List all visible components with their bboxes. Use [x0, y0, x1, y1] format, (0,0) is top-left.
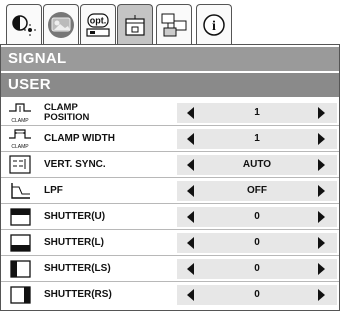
- value-control: 0: [177, 285, 337, 305]
- options-tab-label: opt.: [90, 15, 107, 25]
- value-control: 0: [177, 233, 337, 253]
- row-lpf[interactable]: LPF OFF: [1, 178, 339, 204]
- value-control: AUTO: [177, 155, 337, 175]
- row-value: OFF: [247, 185, 267, 196]
- shutter-u-icon: [5, 205, 35, 229]
- row-label: VERT. SYNC.: [44, 159, 106, 170]
- row-vert-sync[interactable]: VERT. SYNC. AUTO: [1, 152, 339, 178]
- clamp-icon-text: CLAMP: [11, 144, 29, 150]
- shutter-l-icon: [5, 231, 35, 255]
- decrease-arrow-icon[interactable]: [187, 185, 194, 197]
- row-value: 0: [254, 263, 260, 274]
- shutter-ls-icon: [5, 257, 35, 281]
- row-label: CLAMP POSITION: [44, 100, 89, 126]
- increase-arrow-icon[interactable]: [318, 133, 325, 145]
- decrease-arrow-icon[interactable]: [187, 211, 194, 223]
- clamp-icon-text: CLAMP: [11, 118, 29, 124]
- tab-network[interactable]: [156, 4, 192, 44]
- decrease-arrow-icon[interactable]: [187, 133, 194, 145]
- decrease-arrow-icon[interactable]: [187, 289, 194, 301]
- row-shutter-ls[interactable]: SHUTTER(LS) 0: [1, 256, 339, 282]
- tab-color-adjust[interactable]: [6, 4, 42, 44]
- value-control: OFF: [177, 181, 337, 201]
- row-label: SHUTTER(U): [44, 211, 106, 222]
- row-value: 0: [254, 211, 260, 222]
- row-shutter-u[interactable]: SHUTTER(U) 0: [1, 204, 339, 230]
- increase-arrow-icon[interactable]: [318, 107, 325, 119]
- label-line-2: POSITION: [44, 112, 90, 123]
- row-label: LPF: [44, 185, 63, 196]
- info-tab-label: i: [212, 19, 216, 34]
- tab-info[interactable]: i: [196, 4, 232, 44]
- value-control: 1: [177, 103, 337, 123]
- increase-arrow-icon[interactable]: [318, 263, 325, 275]
- increase-arrow-icon[interactable]: [318, 185, 325, 197]
- settings-panel: SIGNAL USER CLAMP CLAMP POSITION 1 CLAMP…: [0, 44, 340, 311]
- shutter-rs-icon: [5, 283, 35, 307]
- row-value: 1: [254, 107, 260, 118]
- increase-arrow-icon[interactable]: [318, 211, 325, 223]
- value-control: 0: [177, 259, 337, 279]
- row-value: AUTO: [242, 159, 272, 170]
- increase-arrow-icon[interactable]: [318, 159, 325, 171]
- section-signal[interactable]: SIGNAL: [1, 47, 339, 71]
- row-label: SHUTTER(RS): [44, 289, 112, 300]
- info-icon: i: [203, 13, 225, 36]
- settings-list: CLAMP CLAMPPOSITION 1 CLAMP CLAMP WIDTH: [1, 100, 339, 308]
- image-icon: [48, 11, 74, 38]
- row-clamp-width[interactable]: CLAMP CLAMP WIDTH 1: [1, 126, 339, 152]
- row-value: 0: [254, 237, 260, 248]
- row-label: CLAMP WIDTH: [44, 133, 115, 144]
- decrease-arrow-icon[interactable]: [187, 263, 194, 275]
- signal-icon: [125, 15, 145, 36]
- value-control: 1: [177, 129, 337, 149]
- row-value: 0: [254, 289, 260, 300]
- section-user[interactable]: USER: [1, 73, 339, 97]
- clamp-position-icon: CLAMP: [5, 101, 35, 125]
- tab-signal[interactable]: [117, 4, 153, 49]
- decrease-arrow-icon[interactable]: [187, 107, 194, 119]
- decrease-arrow-icon[interactable]: [187, 159, 194, 171]
- row-shutter-rs[interactable]: SHUTTER(RS) 0: [1, 282, 339, 308]
- row-value: 1: [254, 133, 260, 144]
- vert-sync-icon: [5, 153, 35, 177]
- decrease-arrow-icon[interactable]: [187, 237, 194, 249]
- increase-arrow-icon[interactable]: [318, 237, 325, 249]
- row-label: SHUTTER(L): [44, 237, 104, 248]
- tab-image[interactable]: [43, 4, 79, 44]
- color-adjust-icon: [12, 14, 36, 36]
- network-icon: [161, 13, 187, 36]
- row-label: SHUTTER(LS): [44, 263, 111, 274]
- lpf-icon: [5, 179, 35, 203]
- tab-options[interactable]: opt.: [80, 4, 116, 44]
- value-control: 0: [177, 207, 337, 227]
- clamp-width-icon: CLAMP: [5, 127, 35, 151]
- row-shutter-l[interactable]: SHUTTER(L) 0: [1, 230, 339, 256]
- options-icon: opt.: [86, 12, 110, 37]
- row-clamp-position[interactable]: CLAMP CLAMP POSITION 1: [1, 100, 339, 126]
- menu-tab-bar: opt. i: [0, 0, 340, 49]
- increase-arrow-icon[interactable]: [318, 289, 325, 301]
